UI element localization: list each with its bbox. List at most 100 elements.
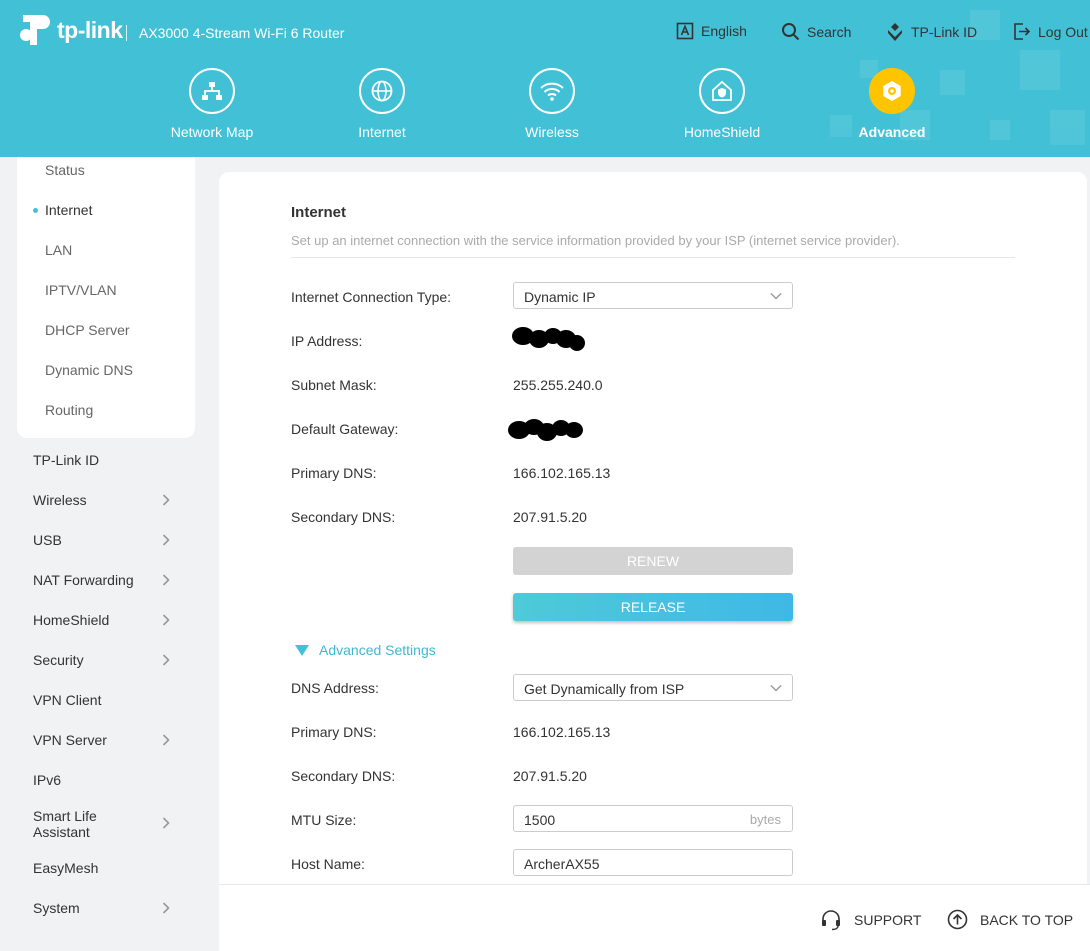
- chevron-down-icon: [770, 293, 782, 300]
- connection-type-select[interactable]: Dynamic IP: [513, 282, 793, 309]
- chevron-right-icon: [162, 614, 170, 626]
- redacted-ip-address: [512, 327, 585, 351]
- secondary-dns-value: 207.91.5.20: [513, 509, 587, 525]
- homeshield-icon: [712, 80, 732, 101]
- adv-primary-dns-value: 166.102.165.13: [513, 724, 611, 740]
- mtu-size-input[interactable]: 1500 bytes: [513, 805, 793, 832]
- sidebar-item-system[interactable]: System: [33, 900, 173, 916]
- page-description: Set up an internet connection with the s…: [291, 233, 900, 248]
- tplink-id-label: TP-Link ID: [911, 24, 978, 40]
- sidebar-item-ipv6[interactable]: IPv6: [33, 772, 173, 788]
- sidebar-item-vpn-client[interactable]: VPN Client: [33, 692, 173, 708]
- gear-icon: [883, 81, 901, 101]
- adv-secondary-dns-value: 207.91.5.20: [513, 768, 587, 784]
- sidebar-item-smart-life-assistant[interactable]: Smart Life Assistant: [33, 808, 173, 840]
- nav-label: Advanced: [858, 124, 926, 140]
- host-name-input[interactable]: ArcherAX55: [513, 849, 793, 876]
- tplink-id-button[interactable]: TP-Link ID: [886, 22, 977, 42]
- advanced-settings-toggle[interactable]: Advanced Settings: [295, 642, 436, 658]
- footer: SUPPORT BACK TO TOP: [219, 884, 1090, 951]
- sidebar-subitem-lan[interactable]: LAN: [45, 242, 72, 258]
- network-map-icon: [202, 82, 222, 100]
- triangle-down-icon: [295, 644, 309, 656]
- search-label: Search: [807, 23, 852, 40]
- arrow-up-circle-icon: [947, 909, 968, 930]
- dns-address-value: Get Dynamically from ISP: [524, 681, 685, 697]
- chevron-right-icon: [162, 734, 170, 746]
- sidebar-item-tplink-id[interactable]: TP-Link ID: [33, 452, 173, 468]
- nav-homeshield[interactable]: HomeShield: [657, 68, 787, 140]
- release-button[interactable]: RELEASE: [513, 593, 793, 621]
- logout-icon: [1014, 23, 1031, 40]
- mtu-size-value: 1500: [524, 812, 556, 828]
- advanced-settings-label: Advanced Settings: [319, 642, 436, 658]
- back-to-top-link[interactable]: BACK TO TOP: [947, 909, 1073, 930]
- chevron-down-icon: [770, 685, 782, 692]
- sidebar-item-homeshield[interactable]: HomeShield: [33, 612, 173, 628]
- subnet-mask-label: Subnet Mask:: [291, 377, 377, 393]
- nav-label: Wireless: [525, 124, 579, 140]
- header: tp-link AX3000 4-Stream Wi-Fi 6 Router E…: [0, 0, 1090, 157]
- search-button[interactable]: Search: [781, 22, 851, 41]
- nav-wireless[interactable]: Wireless: [487, 68, 617, 140]
- secondary-dns-label: Secondary DNS:: [291, 509, 396, 525]
- chevron-right-icon: [162, 654, 170, 666]
- primary-dns-value: 166.102.165.13: [513, 465, 611, 481]
- sidebar-subitem-internet[interactable]: Internet: [33, 202, 93, 218]
- language-button[interactable]: English: [676, 22, 747, 40]
- ip-address-label: IP Address:: [291, 333, 363, 349]
- language-label: English: [701, 23, 747, 39]
- nav-internet[interactable]: Internet: [317, 68, 447, 140]
- dns-address-label: DNS Address:: [291, 680, 379, 696]
- host-name-label: Host Name:: [291, 856, 365, 872]
- renew-button[interactable]: RENEW: [513, 547, 793, 575]
- sidebar-subitem-status[interactable]: Status: [45, 162, 85, 178]
- sidebar-subitem-label: Internet: [45, 202, 93, 218]
- headset-icon: [822, 910, 840, 931]
- chevron-right-icon: [162, 494, 170, 506]
- support-label: SUPPORT: [854, 912, 922, 928]
- connection-type-label: Internet Connection Type:: [291, 289, 452, 305]
- host-name-value: ArcherAX55: [524, 856, 600, 872]
- dns-address-select[interactable]: Get Dynamically from ISP: [513, 674, 793, 701]
- sidebar-item-security[interactable]: Security: [33, 652, 173, 668]
- logout-button[interactable]: Log Out: [1012, 22, 1088, 41]
- logout-label: Log Out: [1038, 23, 1088, 40]
- page-title: Internet: [291, 204, 347, 221]
- wifi-icon: [540, 82, 564, 101]
- sidebar-item-nat-forwarding[interactable]: NAT Forwarding: [33, 572, 173, 588]
- subnet-mask-value: 255.255.240.0: [513, 377, 603, 393]
- connection-type-value: Dynamic IP: [524, 289, 596, 305]
- nav-network-map[interactable]: Network Map: [147, 68, 277, 140]
- sidebar-subitem-iptv-vlan[interactable]: IPTV/VLAN: [45, 282, 117, 298]
- chevron-right-icon: [162, 574, 170, 586]
- default-gateway-label: Default Gateway:: [291, 421, 399, 437]
- adv-secondary-dns-label: Secondary DNS:: [291, 768, 396, 784]
- sidebar-item-vpn-server[interactable]: VPN Server: [33, 732, 173, 748]
- divider: [291, 257, 1015, 258]
- nav-label: Internet: [358, 124, 406, 140]
- chevron-right-icon: [162, 534, 170, 546]
- globe-icon: [371, 80, 393, 102]
- redacted-default-gateway: [508, 419, 583, 441]
- sidebar-subitem-dhcp-server[interactable]: DHCP Server: [45, 322, 130, 338]
- nav-label: HomeShield: [683, 124, 761, 140]
- sidebar-item-wireless[interactable]: Wireless: [33, 492, 173, 508]
- search-icon: [782, 23, 800, 41]
- sidebar-item-usb[interactable]: USB: [33, 532, 173, 548]
- sidebar-subitem-dynamic-dns[interactable]: Dynamic DNS: [45, 362, 133, 378]
- chevron-right-icon: [162, 902, 170, 914]
- tplink-id-icon: [888, 23, 902, 41]
- main-nav: Network Map Internet Wireless HomeShield…: [0, 68, 1090, 148]
- sidebar-subitem-routing[interactable]: Routing: [45, 402, 93, 418]
- sidebar-item-easymesh[interactable]: EasyMesh: [33, 860, 173, 876]
- adv-primary-dns-label: Primary DNS:: [291, 724, 377, 740]
- support-link[interactable]: SUPPORT: [820, 909, 921, 931]
- active-dot: [33, 208, 38, 213]
- nav-advanced[interactable]: Advanced: [827, 68, 957, 140]
- sidebar-submenu: Status Internet LAN IPTV/VLAN DHCP Serve…: [17, 157, 195, 438]
- mtu-size-label: MTU Size:: [291, 812, 357, 828]
- language-icon: [676, 22, 694, 40]
- primary-dns-label: Primary DNS:: [291, 465, 377, 481]
- chevron-right-icon: [162, 817, 170, 829]
